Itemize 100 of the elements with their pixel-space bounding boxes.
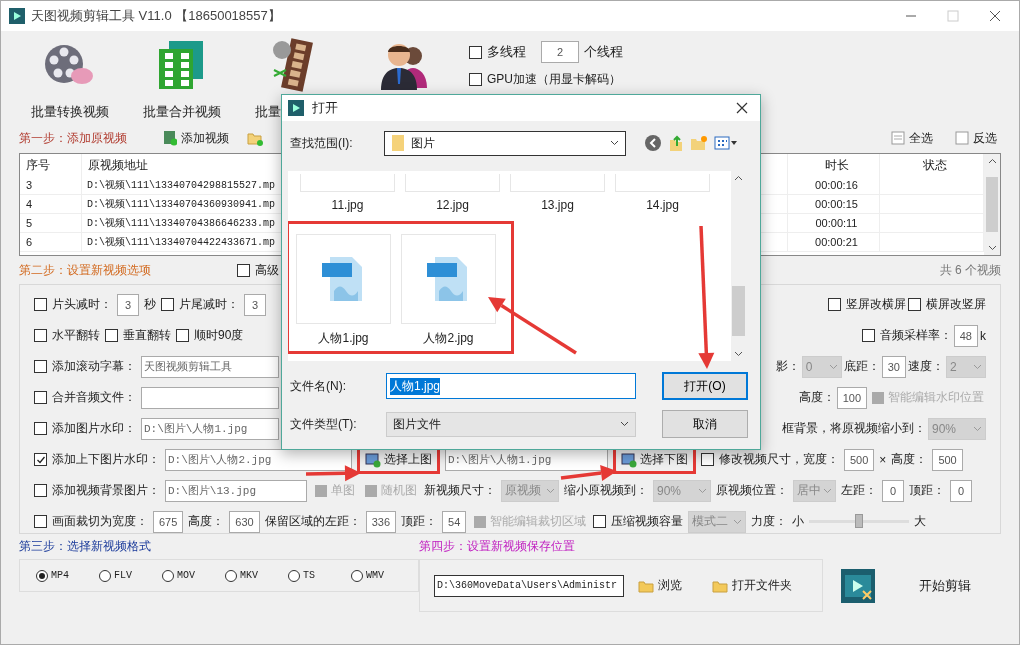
file-thumbnail[interactable] xyxy=(296,234,391,324)
checkbox[interactable] xyxy=(593,515,607,528)
number-field[interactable]: 336 xyxy=(365,510,397,533)
option-label: k xyxy=(980,328,986,343)
close-icon[interactable] xyxy=(989,10,1001,22)
look-in-dropdown[interactable]: 图片 xyxy=(384,130,626,156)
chevron-up-icon[interactable] xyxy=(987,158,997,164)
input-field[interactable] xyxy=(141,386,279,409)
chevron-down-icon xyxy=(973,425,982,432)
input-field[interactable]: D:\图片\人物1.jpg xyxy=(445,448,608,471)
input-field[interactable]: D:\图片\13.jpg xyxy=(165,479,307,502)
checkbox[interactable] xyxy=(237,263,250,277)
option-label: 添加图片水印： xyxy=(52,420,136,437)
close-icon[interactable] xyxy=(736,102,748,114)
file-thumbnail[interactable] xyxy=(615,174,710,192)
number-field[interactable]: 0 xyxy=(950,479,972,502)
radio-button[interactable] xyxy=(351,569,363,582)
checkbox[interactable] xyxy=(828,298,841,311)
file-name[interactable]: 人物1.jpg xyxy=(318,330,369,347)
file-type-dropdown[interactable]: 图片文件 xyxy=(386,411,636,437)
input-field[interactable]: D:\图片\人物1.jpg xyxy=(141,417,279,440)
toolbar-label[interactable]: 批量转换视频 xyxy=(31,103,109,121)
scrollbar-thumb[interactable] xyxy=(986,177,998,232)
number-field[interactable]: 675 xyxy=(153,510,184,533)
number-field[interactable]: 2 xyxy=(541,41,579,63)
checkbox[interactable] xyxy=(105,329,118,342)
input-field[interactable]: D:\图片\人物2.jpg xyxy=(165,448,352,471)
checkbox[interactable] xyxy=(908,298,921,311)
table-cell: 6 xyxy=(20,233,82,252)
slider-thumb[interactable] xyxy=(855,513,864,528)
file-thumbnail[interactable] xyxy=(405,174,500,192)
toolbar-label[interactable]: 批量合并视频 xyxy=(143,103,221,121)
number-field[interactable]: 500 xyxy=(844,448,875,471)
file-thumbnail[interactable] xyxy=(510,174,605,192)
table-cell: 00:00:15 xyxy=(788,195,880,214)
start-editing-button[interactable]: 开始剪辑 xyxy=(915,575,975,597)
checkbox[interactable] xyxy=(861,329,875,342)
dialog-button[interactable]: 打开(O) xyxy=(662,372,748,400)
checkbox[interactable] xyxy=(34,298,47,311)
number-field[interactable]: 30 xyxy=(881,355,906,378)
radio-button[interactable] xyxy=(99,569,111,582)
radio-button[interactable] xyxy=(288,569,300,582)
view-menu-icon[interactable] xyxy=(714,136,738,150)
path-field[interactable]: D:\360MoveData\Users\Administr xyxy=(434,574,624,597)
number-field[interactable]: 630 xyxy=(229,510,260,533)
radio-label: FLV xyxy=(114,570,132,581)
checkbox[interactable] xyxy=(34,422,47,435)
checkbox[interactable] xyxy=(34,453,47,466)
file-thumbnail[interactable] xyxy=(401,234,496,324)
number-field[interactable]: 3 xyxy=(117,293,139,316)
radio-label: MOV xyxy=(177,570,195,581)
checkbox[interactable] xyxy=(701,453,714,466)
file-thumbnail[interactable] xyxy=(300,174,395,192)
chevron-up-icon[interactable] xyxy=(734,175,743,181)
table-cell: 3 xyxy=(20,176,82,195)
file-name[interactable]: 14.jpg xyxy=(646,198,679,212)
chevron-down-icon[interactable] xyxy=(987,245,997,251)
column-header: 序号 xyxy=(20,154,82,176)
video-edit-icon[interactable] xyxy=(841,569,875,603)
chevron-down-icon[interactable] xyxy=(734,351,743,357)
folder-up-icon[interactable] xyxy=(668,134,684,152)
file-name[interactable]: 12.jpg xyxy=(436,198,469,212)
radio-button[interactable] xyxy=(225,569,237,582)
invert-selection-button[interactable]: 反选 xyxy=(951,127,1001,149)
open-folder-button[interactable]: 打开文件夹 xyxy=(708,575,796,596)
checkbox[interactable] xyxy=(34,391,47,404)
browse-button[interactable]: 浏览 xyxy=(634,575,686,596)
number-field[interactable]: 0 xyxy=(882,479,904,502)
slider-track[interactable] xyxy=(809,513,910,530)
checkbox[interactable] xyxy=(34,360,47,373)
checkbox[interactable] xyxy=(34,329,47,342)
checkbox[interactable] xyxy=(469,73,482,86)
dialog-button[interactable]: 取消 xyxy=(662,410,748,438)
image-add-icon xyxy=(365,451,381,468)
number-field[interactable]: 54 xyxy=(442,510,467,533)
checkbox[interactable] xyxy=(469,45,482,59)
scrollbar[interactable] xyxy=(984,154,1000,255)
radio-button[interactable] xyxy=(36,569,48,582)
file-name[interactable]: 13.jpg xyxy=(541,198,574,212)
checkbox[interactable] xyxy=(34,515,47,528)
checkbox[interactable] xyxy=(161,298,174,311)
input-field[interactable]: 天图视频剪辑工具 xyxy=(141,355,279,378)
checkbox[interactable] xyxy=(34,484,47,497)
back-icon[interactable] xyxy=(644,134,662,152)
number-field[interactable]: 3 xyxy=(244,293,266,316)
file-name-field[interactable]: 人物1.jpg xyxy=(386,373,636,399)
select-all-button[interactable]: 全选 xyxy=(887,127,937,149)
toolbar-label[interactable]: 批量 xyxy=(255,103,281,121)
scrollbar-thumb[interactable] xyxy=(732,286,745,336)
option-label: 新视频尺寸： xyxy=(424,482,496,499)
add-video-button[interactable]: 添加视频 xyxy=(159,127,233,149)
number-field[interactable]: 48 xyxy=(953,324,978,347)
file-name[interactable]: 人物2.jpg xyxy=(423,330,474,347)
option-label: 缩小原视频到： xyxy=(564,482,648,499)
checkbox[interactable] xyxy=(176,329,189,342)
file-name[interactable]: 11.jpg xyxy=(331,198,364,212)
number-field[interactable]: 500 xyxy=(932,448,963,471)
radio-button[interactable] xyxy=(162,569,174,582)
option-label: 小 xyxy=(792,513,805,530)
number-field[interactable]: 100 xyxy=(836,386,867,409)
